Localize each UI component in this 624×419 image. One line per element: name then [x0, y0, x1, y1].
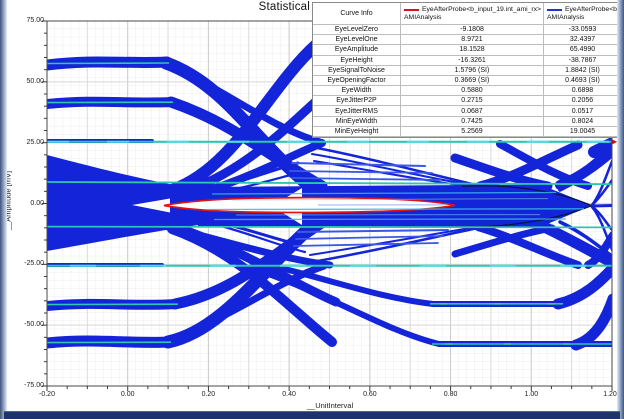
row-value: -38.7867 — [544, 56, 621, 66]
row-value: 0.2056 — [544, 96, 621, 107]
row-label: EyeOpeningFactor — [313, 75, 401, 87]
y-tick-label: -50.00 — [24, 321, 44, 329]
row-value: -16.3261 — [401, 55, 544, 66]
x-tick-label: 1.00 — [524, 391, 539, 398]
x-tick-label: 0.40 — [282, 391, 296, 398]
row-value: 18.1528 — [401, 45, 544, 56]
x-tick-label: -0.20 — [39, 391, 55, 398]
plot-title: Statistical — [258, 1, 310, 13]
row-label: EyeSignalToNoise — [313, 65, 401, 76]
row-label: EyeLevelOne — [313, 35, 401, 46]
curve-info-table[interactable]: Curve Info EyeAfterProbe<b_input_19.int_… — [312, 2, 622, 138]
series-2-line-swatch — [547, 8, 562, 11]
y-tick-label: -25.00 — [24, 260, 44, 268]
row-value: 8.9721 — [401, 35, 544, 46]
row-value: 19.0045 — [544, 127, 621, 137]
row-value: 0.0517 — [544, 106, 621, 117]
y-tick-label: 50.00 — [26, 77, 44, 85]
row-value: 32.4397 — [544, 35, 621, 46]
row-value: 0.2715 — [401, 96, 544, 107]
x-axis-title: __UnitInterval — [306, 401, 354, 410]
row-value: 0.0687 — [401, 106, 544, 117]
plot-window: Statistical __Amplitude [mV] __UnitInter… — [0, 0, 624, 419]
row-value: 1.5796 (SI) — [401, 65, 544, 76]
row-value: 65.4990 — [544, 45, 621, 56]
row-value: 0.3669 (SI) — [401, 75, 544, 87]
series-1-line-swatch — [404, 8, 419, 11]
row-value: 0.5880 — [401, 86, 544, 97]
row-value: -33.0593 — [544, 25, 621, 36]
row-value: 0.4693 (SI) — [544, 76, 621, 87]
window-border-left — [0, 0, 7, 419]
row-value: 1.8842 (SI) — [544, 66, 621, 76]
row-label: EyeHeight — [313, 55, 401, 66]
row-value: 5.2569 — [401, 126, 544, 137]
x-tick-label: 0.20 — [201, 391, 216, 398]
row-label: EyeLevelZero — [313, 25, 401, 36]
row-label: EyeAmplitude — [313, 45, 401, 56]
horizontal-scrollbar[interactable] — [4, 411, 620, 419]
x-tick-label: 0.80 — [443, 391, 458, 398]
y-tick-label: 25.00 — [26, 138, 44, 146]
y-tick-label: 0.00 — [30, 199, 44, 207]
row-label: MinEyeHeight — [313, 126, 401, 137]
x-tick-label: 0.60 — [363, 391, 377, 398]
y-tick-label: 75.00 — [26, 17, 44, 24]
row-label: EyeJitterP2P — [313, 96, 401, 107]
row-value: -9.1808 — [401, 25, 544, 36]
row-value: 0.8024 — [544, 117, 621, 127]
row-label: MinEyeWidth — [313, 116, 401, 127]
series-1-header: EyeAfterProbe<b_input_19.int_ami_rx> AMI… — [401, 3, 544, 25]
row-label: EyeWidth — [313, 86, 401, 97]
row-value: 0.7425 — [401, 116, 544, 127]
window-border-right — [617, 0, 624, 419]
x-tick-label: 0.00 — [120, 391, 135, 398]
curve-info-header: Curve Info — [313, 3, 401, 25]
y-tick-label: -75.00 — [24, 382, 44, 389]
row-value: 0.6898 — [544, 86, 621, 97]
series-2-header: EyeAfterProbe<b_input... AMIAnalysis — [544, 3, 621, 25]
row-label: EyeJitterRMS — [313, 106, 401, 117]
